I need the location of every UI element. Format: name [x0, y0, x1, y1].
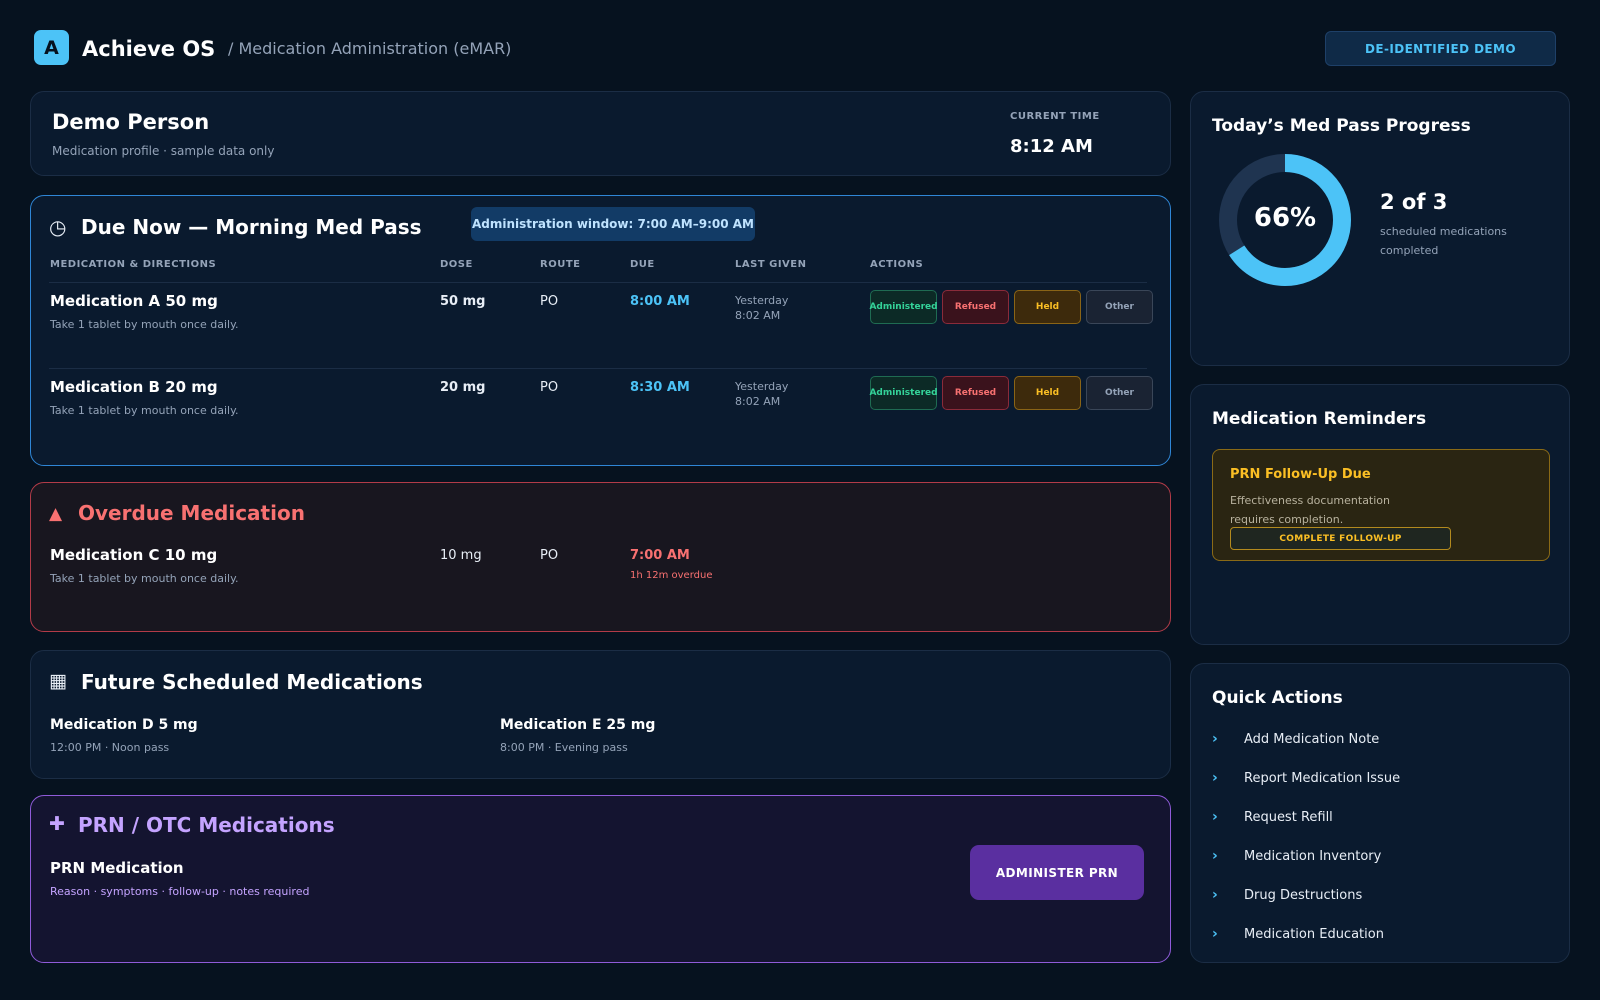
last-given-day: Yesterday	[735, 294, 789, 307]
quick-action-add-note[interactable]: › Add Medication Note	[1212, 724, 1550, 754]
person-subtitle: Medication profile · sample data only	[52, 144, 275, 158]
reminders-title: Medication Reminders	[1212, 409, 1427, 429]
medication-name: Medication B 20 mg	[50, 378, 218, 396]
chevron-right-icon: ›	[1212, 731, 1218, 747]
last-given-day: Yesterday	[735, 380, 789, 393]
plus-icon: ✚	[49, 813, 65, 835]
administered-button[interactable]: Administered	[869, 290, 938, 324]
app-logo: A	[34, 30, 69, 65]
reminder-text: Effectiveness documentation requires com…	[1230, 494, 1390, 526]
medication-directions: Take 1 tablet by mouth once daily.	[50, 572, 239, 585]
future-medication-name: Medication D 5 mg	[50, 717, 198, 733]
last-given: Yesterday 8:02 AM	[735, 379, 788, 409]
breadcrumb: / Medication Administration (eMAR)	[228, 39, 512, 58]
progress-count: 2 of 3	[1380, 190, 1448, 214]
quick-action-label: Drug Destructions	[1244, 887, 1363, 903]
col-route: ROUTE	[540, 259, 581, 270]
progress-title: Today’s Med Pass Progress	[1212, 116, 1471, 136]
demo-badge: DE-IDENTIFIED DEMO	[1325, 31, 1556, 66]
medication-dose: 50 mg	[440, 294, 486, 309]
overdue-due-time: 7:00 AM	[630, 548, 690, 563]
medication-route: PO	[540, 380, 559, 395]
chevron-right-icon: ›	[1212, 887, 1218, 903]
other-button[interactable]: Other	[1086, 290, 1153, 324]
chevron-right-icon: ›	[1212, 848, 1218, 864]
medication-due-time: 8:00 AM	[630, 294, 690, 309]
person-name: Demo Person	[52, 110, 210, 134]
held-button[interactable]: Held	[1014, 376, 1081, 410]
reminder-title: PRN Follow-Up Due	[1230, 467, 1371, 482]
administration-window: Administration window: 7:00 AM–9:00 AM	[471, 207, 755, 241]
progress-card: Today’s Med Pass Progress 66% 2 of 3 sch…	[1190, 91, 1570, 366]
quick-action-label: Medication Inventory	[1244, 848, 1382, 864]
due-now-card: ◷ Due Now — Morning Med Pass Administrat…	[30, 195, 1171, 466]
col-last-given: LAST GIVEN	[735, 259, 807, 270]
medication-dose: 20 mg	[440, 380, 486, 395]
person-card: Demo Person Medication profile · sample …	[30, 91, 1171, 176]
future-card: ▦ Future Scheduled Medications Medicatio…	[30, 650, 1171, 779]
future-title: Future Scheduled Medications	[81, 670, 423, 694]
chevron-right-icon: ›	[1212, 770, 1218, 786]
future-medication-name: Medication E 25 mg	[500, 717, 656, 733]
progress-percent: 66%	[1253, 203, 1317, 233]
quick-action-education[interactable]: › Medication Education	[1212, 919, 1550, 949]
col-dose: DOSE	[440, 259, 473, 270]
quick-action-inventory[interactable]: › Medication Inventory	[1212, 841, 1550, 871]
last-given-time: 8:02 AM	[735, 395, 781, 408]
prn-card: ✚ PRN / OTC Medications PRN Medication R…	[30, 795, 1171, 963]
clock-icon: ◷	[49, 215, 67, 239]
medication-route: PO	[540, 548, 559, 563]
last-given: Yesterday 8:02 AM	[735, 293, 788, 323]
col-due: DUE	[630, 259, 655, 270]
prn-medication-name: PRN Medication	[50, 859, 184, 877]
administered-button[interactable]: Administered	[869, 376, 938, 410]
other-button[interactable]: Other	[1086, 376, 1153, 410]
chevron-right-icon: ›	[1212, 926, 1218, 942]
row-divider	[49, 368, 1147, 369]
reminders-card: Medication Reminders PRN Follow-Up Due E…	[1190, 384, 1570, 645]
calendar-icon: ▦	[49, 670, 67, 692]
prn-subtitle: Reason · symptoms · follow-up · notes re…	[50, 885, 310, 898]
quick-action-label: Request Refill	[1244, 809, 1333, 825]
overdue-title: Overdue Medication	[78, 501, 305, 525]
complete-follow-up-button[interactable]: COMPLETE FOLLOW-UP	[1230, 527, 1451, 550]
quick-actions-card: Quick Actions › Add Medication Note › Re…	[1190, 663, 1570, 963]
overdue-card: ▲ Overdue Medication Medication C 10 mg …	[30, 482, 1171, 632]
quick-action-report-issue[interactable]: › Report Medication Issue	[1212, 763, 1550, 793]
due-now-title: Due Now — Morning Med Pass	[81, 215, 422, 239]
col-actions: ACTIONS	[870, 259, 924, 270]
quick-actions-title: Quick Actions	[1212, 688, 1343, 708]
medication-dose: 10 mg	[440, 548, 482, 563]
overdue-duration: 1h 12m overdue	[630, 570, 713, 581]
medication-name: Medication A 50 mg	[50, 292, 218, 310]
refused-button[interactable]: Refused	[942, 376, 1009, 410]
app-title: Achieve OS	[82, 37, 216, 61]
progress-count-subtitle: scheduled medications completed	[1380, 225, 1507, 257]
quick-action-label: Report Medication Issue	[1244, 770, 1401, 786]
quick-action-drug-destructions[interactable]: › Drug Destructions	[1212, 880, 1550, 910]
future-medication-schedule: 8:00 PM · Evening pass	[500, 741, 628, 754]
refused-button[interactable]: Refused	[942, 290, 1009, 324]
reminder-item: PRN Follow-Up Due Effectiveness document…	[1212, 449, 1550, 561]
medication-due-time: 8:30 AM	[630, 380, 690, 395]
chevron-right-icon: ›	[1212, 809, 1218, 825]
medication-name: Medication C 10 mg	[50, 546, 218, 564]
medication-directions: Take 1 tablet by mouth once daily.	[50, 318, 239, 331]
quick-action-label: Medication Education	[1244, 926, 1384, 942]
row-divider	[49, 282, 1147, 283]
current-time-value: 8:12 AM	[1010, 136, 1093, 157]
warning-icon: ▲	[49, 504, 63, 524]
last-given-time: 8:02 AM	[735, 309, 781, 322]
medication-route: PO	[540, 294, 559, 309]
quick-action-label: Add Medication Note	[1244, 731, 1380, 747]
administer-prn-button[interactable]: ADMINISTER PRN	[970, 845, 1144, 900]
current-time-label: CURRENT TIME	[1010, 111, 1100, 122]
held-button[interactable]: Held	[1014, 290, 1081, 324]
medication-directions: Take 1 tablet by mouth once daily.	[50, 404, 239, 417]
future-medication-schedule: 12:00 PM · Noon pass	[50, 741, 170, 754]
col-medication: MEDICATION & DIRECTIONS	[50, 259, 217, 270]
prn-title: PRN / OTC Medications	[78, 813, 335, 837]
quick-action-request-refill[interactable]: › Request Refill	[1212, 802, 1550, 832]
